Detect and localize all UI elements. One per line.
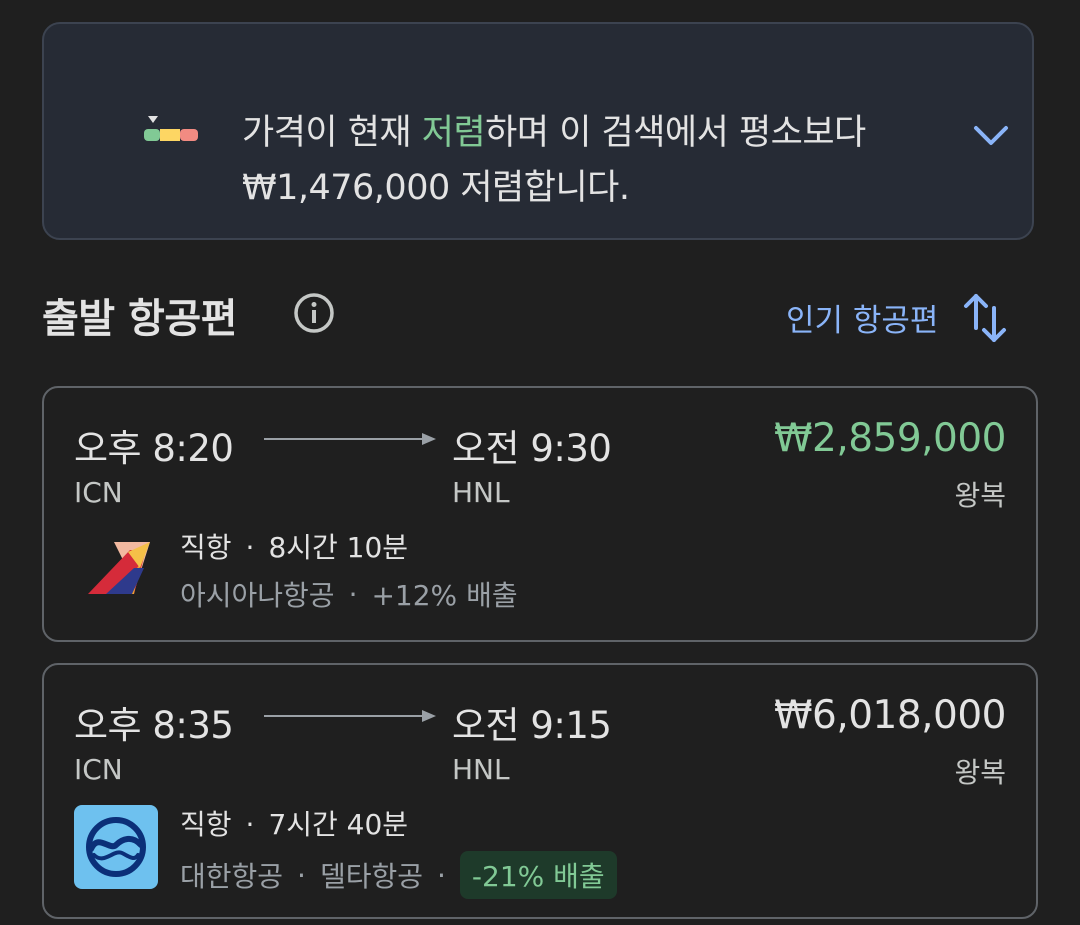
flight-price: ₩2,859,000 — [773, 416, 1007, 461]
airline-info: 아시아나항공 · +12% 배출 — [180, 574, 518, 614]
airline-info: 대한항공 · 델타항공 · -21% 배출 — [180, 851, 617, 899]
departure-airport: ICN — [74, 476, 123, 509]
flight-price: ₩6,018,000 — [773, 693, 1007, 738]
airline-name: 아시아나항공 — [180, 579, 335, 612]
price-insight-banner[interactable]: 가격이 현재 저렴하며 이 검색에서 평소보다 ₩1,476,000 저렴합니다… — [42, 22, 1034, 240]
flight-card[interactable]: 오후 8:20 오전 9:30 ICN HNL ₩2,859,000 왕복 직항… — [42, 386, 1038, 642]
flight-summary: 직항 · 7시간 40분 — [180, 808, 409, 841]
arrow-right-icon — [264, 433, 436, 445]
sort-label: 인기 항공편 — [786, 302, 939, 339]
price-gauge-icon — [144, 116, 198, 141]
departure-time: 오후 8:20 — [74, 427, 234, 470]
section-title: 출발 항공편 — [42, 296, 237, 342]
emissions-badge: -21% 배출 — [459, 851, 617, 899]
korean-air-logo — [74, 805, 158, 889]
emissions-label: +12% 배출 — [371, 579, 518, 612]
flight-results-page: 가격이 현재 저렴하며 이 검색에서 평소보다 ₩1,476,000 저렴합니다… — [0, 0, 1080, 925]
arrow-right-icon — [264, 710, 436, 722]
arrival-airport: HNL — [452, 753, 510, 786]
flight-card[interactable]: 오후 8:35 오전 9:15 ICN HNL ₩6,018,000 왕복 직항… — [42, 663, 1038, 919]
trip-type: 왕복 — [954, 479, 1006, 512]
arrival-time: 오전 9:30 — [452, 427, 612, 470]
departure-airport: ICN — [74, 753, 123, 786]
price-insight-text: 가격이 현재 저렴하며 이 검색에서 평소보다 ₩1,476,000 저렴합니다… — [242, 113, 866, 208]
flight-summary: 직항 · 8시간 10분 — [180, 531, 409, 564]
airline-name: 대한항공 — [180, 860, 284, 893]
trip-type: 왕복 — [954, 756, 1006, 789]
sort-arrows-icon[interactable] — [962, 290, 1010, 346]
sort-button[interactable]: 인기 항공편 — [786, 292, 938, 342]
partner-airline-name: 델타항공 — [319, 860, 423, 893]
info-icon[interactable] — [293, 292, 335, 334]
arrival-time: 오전 9:15 — [452, 704, 612, 747]
price-insight-highlight: 저렴 — [421, 113, 486, 153]
asiana-airlines-logo — [88, 542, 150, 594]
departure-time: 오후 8:35 — [74, 704, 234, 747]
arrival-airport: HNL — [452, 476, 510, 509]
chevron-down-icon[interactable] — [970, 118, 1012, 152]
